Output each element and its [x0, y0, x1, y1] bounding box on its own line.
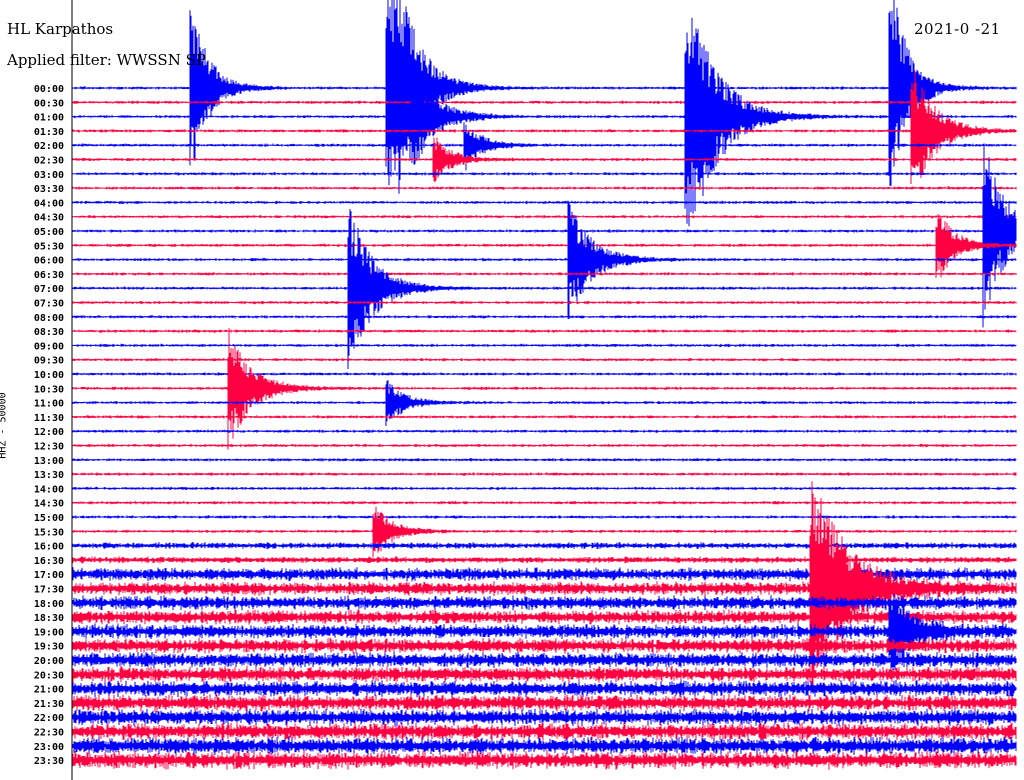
trace-line-2000 — [72, 651, 1017, 669]
trace-line-1000 — [72, 372, 1017, 376]
trace-line-0730 — [72, 300, 1017, 305]
trace-line-1200 — [72, 429, 1017, 433]
time-label: 08:30 — [34, 327, 64, 338]
time-label: 18:00 — [34, 599, 64, 610]
trace-line-1500 — [72, 515, 1017, 519]
trace-line-1400 — [72, 486, 1017, 491]
time-label: 01:30 — [34, 127, 64, 138]
time-label: 23:00 — [34, 742, 64, 753]
trace-line-0300 — [72, 172, 1017, 176]
time-label: 01:00 — [34, 113, 64, 124]
trace-line-1230 — [72, 443, 1017, 448]
time-label: 00:30 — [34, 98, 64, 109]
time-label: 02:00 — [34, 141, 64, 152]
time-label: 05:00 — [34, 227, 64, 238]
time-label: 03:00 — [34, 170, 64, 181]
trace-line-2130 — [72, 694, 1017, 712]
trace-line-2330 — [72, 750, 1017, 770]
time-label: 06:30 — [34, 270, 64, 281]
time-label: 15:30 — [34, 527, 64, 538]
trace-line-0800 — [72, 315, 1017, 319]
time-label: 11:30 — [34, 413, 64, 424]
station-title: HL Karpathos — [7, 20, 114, 38]
trace-line-1530 — [72, 506, 1017, 558]
time-label: 14:00 — [34, 484, 64, 495]
time-label: 16:00 — [34, 542, 64, 553]
time-label: 19:30 — [34, 642, 64, 653]
trace-line-1300 — [72, 458, 1017, 462]
time-label: 20:30 — [34, 670, 64, 681]
trace-line-2300 — [72, 736, 1017, 755]
trace-line-2230 — [72, 722, 1017, 741]
time-label: 12:00 — [34, 427, 64, 438]
trace-line-1330 — [72, 472, 1017, 476]
trace-line-2100 — [72, 680, 1017, 698]
trace-line-0900 — [72, 343, 1017, 348]
time-label: 09:00 — [34, 341, 64, 352]
time-label: 17:00 — [34, 570, 64, 581]
time-label: 19:00 — [34, 627, 64, 638]
trace-line-1430 — [72, 500, 1017, 505]
time-label: 10:00 — [34, 370, 64, 381]
time-label: 21:00 — [34, 685, 64, 696]
time-label: 08:00 — [34, 313, 64, 324]
time-label: 23:30 — [34, 756, 64, 767]
trace-line-0100 — [72, 17, 1017, 227]
time-label: 17:30 — [34, 585, 64, 596]
time-label: 04:30 — [34, 213, 64, 224]
time-label: 22:30 — [34, 728, 64, 739]
time-label: 04:00 — [34, 198, 64, 209]
time-label: 18:30 — [34, 613, 64, 624]
helicorder-plot: 00:00 00:30 01:00 01:30 02:00 02:30 03:00 03:30… — [34, 0, 1017, 780]
time-label: 12:30 — [34, 442, 64, 453]
time-label: 09:30 — [34, 356, 64, 367]
trace-line-1600 — [72, 542, 1017, 550]
trace-line-1930 — [72, 637, 1017, 654]
time-label: 10:30 — [34, 384, 64, 395]
trace-line-1630 — [72, 556, 1017, 564]
time-label: 02:30 — [34, 156, 64, 167]
time-label: 07:00 — [34, 284, 64, 295]
time-label: 03:30 — [34, 184, 64, 195]
time-label: 13:30 — [34, 470, 64, 481]
trace-line-0200 — [72, 122, 1017, 171]
trace-line-2030 — [72, 665, 1017, 683]
trace-line-0630 — [72, 272, 1017, 276]
trace-line-0930 — [72, 358, 1017, 362]
trace-line-0830 — [72, 329, 1017, 333]
time-label: 06:00 — [34, 256, 64, 267]
filter-label: Applied filter: WWSSN SP — [7, 51, 206, 69]
time-label: 00:00 — [34, 84, 64, 95]
time-label: 13:00 — [34, 456, 64, 467]
time-label: 21:30 — [34, 699, 64, 710]
trace-line-0400 — [72, 200, 1017, 205]
trace-line-2200 — [72, 708, 1017, 727]
trace-line-0330 — [72, 186, 1017, 190]
time-label: 20:00 — [34, 656, 64, 667]
time-label: 05:30 — [34, 241, 64, 252]
time-label: 11:00 — [34, 399, 64, 410]
trace-line-0500 — [72, 143, 1017, 328]
time-label: 15:00 — [34, 513, 64, 524]
time-label: 07:30 — [34, 299, 64, 310]
time-label: 22:00 — [34, 713, 64, 724]
trace-line-0430 — [72, 215, 1017, 219]
trace-line-1130 — [72, 415, 1017, 419]
trace-line-0000 — [72, 0, 1017, 194]
time-label: 14:30 — [34, 499, 64, 510]
trace-line-0530 — [72, 214, 1017, 278]
trace-line-1830 — [72, 609, 1017, 625]
time-label: 16:30 — [34, 556, 64, 567]
